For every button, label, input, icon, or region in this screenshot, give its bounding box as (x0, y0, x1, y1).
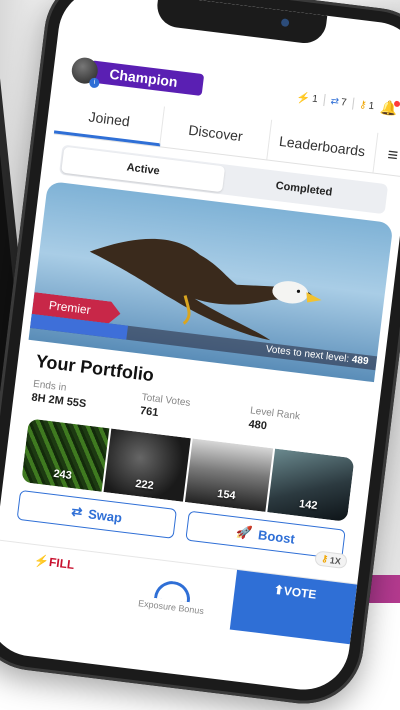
tab-leaderboards[interactable]: Leaderboards (266, 119, 379, 173)
info-icon: i (88, 77, 100, 89)
photo-thumbnail[interactable]: 154 (184, 438, 273, 512)
gauge-icon (154, 578, 193, 602)
exposure-label: Exposure Bonus (137, 597, 205, 616)
vote-button[interactable]: ⬆ VOTE (229, 569, 358, 645)
swap-button-label: Swap (87, 505, 123, 525)
fill-button[interactable]: ⚡ FILL (0, 540, 116, 614)
tier-label: Premier (48, 298, 92, 318)
photo-votes: 154 (216, 487, 237, 503)
swap-count: 7 (340, 96, 348, 109)
vote-button-label: VOTE (283, 583, 318, 602)
fill-button-label: FILL (48, 554, 76, 572)
progress-prefix: Votes to next level: (265, 343, 353, 366)
photo-votes: 243 (52, 467, 73, 482)
exposure-bonus-meter[interactable]: Exposure Bonus (109, 555, 237, 629)
phone-screen: i Champion ⚡ 1 ⇄ 7 ⚷ 1 � (0, 0, 400, 695)
tab-discover[interactable]: Discover (160, 106, 272, 160)
photo-thumbnail[interactable]: 222 (103, 428, 191, 502)
boost-multiplier-badge: ⚷ 1X (314, 550, 348, 570)
photo-thumbnail[interactable]: 243 (21, 418, 109, 492)
divider (351, 97, 355, 110)
menu-icon[interactable]: ≡ (373, 133, 400, 177)
tab-joined[interactable]: Joined (53, 93, 166, 147)
rocket-icon: 🚀 (235, 523, 254, 541)
boost-button-label: Boost (257, 526, 296, 547)
status-badge[interactable]: Champion (88, 60, 205, 97)
resource-counters: ⚡ 1 ⇄ 7 ⚷ 1 🔔 (296, 88, 400, 117)
key-count: 1 (367, 100, 375, 112)
divider (322, 93, 326, 107)
photo-thumbnail[interactable]: 142 (266, 448, 355, 522)
boost-multiplier: 1X (329, 554, 342, 566)
boost-count: 1 (311, 93, 319, 105)
tab-leaderboards-label: Leaderboards (278, 132, 367, 160)
swap-counter[interactable]: ⇄ 7 (330, 95, 347, 108)
notification-dot (393, 100, 400, 107)
status-badge-label: Champion (108, 65, 179, 90)
key-icon: ⚷ (320, 553, 329, 564)
photo-votes: 142 (298, 498, 319, 513)
tab-joined-label: Joined (87, 108, 131, 129)
challenge-hero-image[interactable]: Premier Votes to next level: 489 (28, 180, 394, 383)
swap-icon: ⇄ (70, 503, 84, 520)
stat-ends-in: Ends in 8H 2M 55S (31, 379, 143, 417)
key-icon: ⚷ (358, 98, 368, 111)
swap-icon: ⇄ (329, 95, 340, 108)
phone-device: i Champion ⚡ 1 ⇄ 7 ⚷ 1 � (0, 0, 400, 710)
progress-value: 489 (351, 354, 370, 368)
photo-votes: 222 (134, 477, 155, 493)
bolt-icon: ⚡ (295, 91, 311, 105)
key-counter[interactable]: ⚷ 1 (359, 99, 375, 112)
bell-icon[interactable]: 🔔 (379, 98, 400, 117)
tab-discover-label: Discover (187, 121, 244, 145)
segment-completed-label: Completed (275, 179, 333, 199)
stat-total-votes: Total Votes 761 (139, 392, 251, 430)
segment-active-label: Active (126, 161, 161, 178)
boost-counter[interactable]: ⚡ 1 (296, 90, 319, 105)
stat-level-rank: Level Rank 480 (248, 405, 360, 443)
